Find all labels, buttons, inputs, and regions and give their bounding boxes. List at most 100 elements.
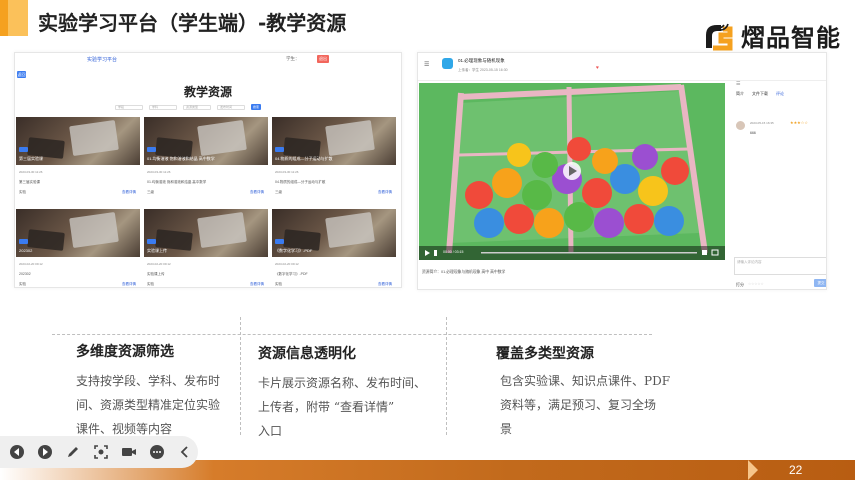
card-meta: 2023-03-30 11:26: [147, 170, 171, 174]
video-controls[interactable]: 00:00 / 03:15: [419, 246, 725, 260]
collapse-icon[interactable]: [174, 441, 196, 463]
video-time: 00:00 / 03:15: [443, 250, 464, 254]
resource-card[interactable]: 01.均衡溶液 饱和溶液和结晶 高中数学 2023-03-30 11:26 01…: [144, 117, 268, 197]
feature-line: 入口: [258, 424, 283, 438]
view-detail-link[interactable]: 查看详情: [250, 282, 264, 287]
pen-icon[interactable]: [62, 441, 84, 463]
view-detail-link[interactable]: 查看详情: [378, 190, 392, 195]
card-thumbnail: [16, 209, 140, 257]
view-detail-link[interactable]: 查看详情: [250, 190, 264, 195]
video-frame[interactable]: 00:00 / 03:15: [419, 83, 725, 260]
feature-line: 支持按学段、学科、发布时: [76, 374, 221, 388]
screenshot-icon[interactable]: [90, 441, 112, 463]
card-desc: 04.物质的组成—分子运动与扩散: [275, 180, 326, 184]
like-icon[interactable]: ♥: [596, 65, 599, 71]
tab-download[interactable]: 文件下载: [752, 91, 768, 97]
resource-intro: 资源简介：01.必理现象与随机现象 高中 高中数学: [422, 270, 506, 274]
card-desc: 第三届实验课: [19, 180, 40, 184]
card-footer: 实验: [19, 282, 26, 286]
feature-title: 覆盖多类型资源: [496, 346, 594, 362]
brand-logo: 熠品智能: [701, 18, 841, 53]
card-meta: 2023-02-20 09:12: [275, 262, 299, 266]
settings-icon: [702, 250, 707, 255]
camera-icon[interactable]: [118, 441, 140, 463]
card-footer: 三级: [275, 190, 282, 194]
search-button[interactable]: 搜索: [251, 104, 261, 110]
video-header: ☰ 01.必理现象与随机现象 上传者：学生 2023-05-15 16:30 ♥: [418, 53, 826, 81]
feature-body: 支持按学段、学科、发布时 间、资源类型精准定位实验 课件、视频等内容: [76, 369, 220, 441]
card-footer: 实验: [147, 282, 154, 286]
card-tag: [147, 147, 156, 152]
video-title: 01.必理现象与随机现象: [458, 58, 505, 63]
comment-rating: ★★★☆☆: [790, 120, 808, 125]
card-name: 实验课上传: [147, 248, 167, 253]
view-detail-link[interactable]: 查看详情: [122, 190, 136, 195]
filter-bar: 学段 学科 资源类型 发布时间 搜索: [115, 104, 261, 110]
more-icon[interactable]: [146, 441, 168, 463]
resource-card[interactable]: 第三届实验课 2023-03-30 11:26 第三届实验课 实验 查看详情: [16, 117, 140, 197]
card-name: 《数字化学习》-PDF: [275, 248, 313, 253]
type-filter[interactable]: 资源类型: [183, 104, 211, 110]
comment-text: 666: [750, 131, 756, 135]
logout-button[interactable]: 退出: [317, 55, 329, 63]
card-desc: 实验课上传: [147, 272, 165, 276]
page-title: 教学资源: [183, 85, 232, 99]
gumball-scene: [419, 83, 725, 260]
prev-icon[interactable]: [6, 441, 28, 463]
side-tabs: 简介 文件下载 评论: [736, 91, 784, 97]
feature-line: 包含实验课、知识点课件、PDF: [500, 374, 671, 388]
volume-icon: [434, 250, 437, 256]
card-desc: 《数字化学习》-PDF: [275, 272, 308, 276]
card-name: 04.物质的组成—分子运动与扩散: [275, 156, 333, 161]
card-footer: 实验: [275, 282, 282, 286]
feature-line: 景: [500, 422, 513, 436]
top-nav: 实验学习平台 学生： 退出: [15, 53, 401, 67]
video-meta: 上传者：学生 2023-05-15 16:30: [458, 68, 508, 72]
comment-input[interactable]: 请输入评论内容: [734, 257, 826, 275]
feature-line: 间、资源类型精准定位实验: [76, 398, 221, 412]
nav-brand[interactable]: 实验学习平台: [87, 56, 117, 63]
comment-time: 2023-05-15 16:35: [750, 121, 774, 125]
avatar: [736, 121, 745, 130]
divider: [52, 334, 652, 335]
card-desc: 01.均衡溶液 饱和溶液和结晶 高中数学: [147, 180, 207, 184]
date-filter[interactable]: 发布时间: [217, 104, 245, 110]
nav-user: 学生：: [286, 56, 300, 61]
feature-body: 包含实验课、知识点课件、PDF 资料等，满足预习、复习全场 景: [500, 369, 670, 441]
card-name: 01.均衡溶液 饱和溶液和结晶 高中数学: [147, 156, 215, 161]
logo-mark-icon: [701, 19, 735, 53]
footer-arrow-icon: [748, 460, 758, 480]
card-meta: 2023-02-20 09:12: [147, 262, 171, 266]
list-icon[interactable]: ☰: [736, 81, 740, 87]
stage-filter[interactable]: 学段: [115, 104, 143, 110]
logo-text: 熠品智能: [741, 24, 841, 52]
slide-title: 实验学习平台（学生端）-教学资源: [38, 11, 347, 35]
view-detail-link[interactable]: 查看详情: [122, 282, 136, 287]
card-meta: 2023-02-20 09:12: [19, 262, 43, 266]
submit-button[interactable]: 提交: [814, 279, 826, 287]
view-detail-link[interactable]: 查看详情: [378, 282, 392, 287]
tab-comments[interactable]: 评论: [776, 91, 784, 97]
resource-card[interactable]: 《数字化学习》-PDF 2023-02-20 09:12 《数字化学习》-PDF…: [272, 209, 396, 287]
next-icon[interactable]: [34, 441, 56, 463]
back-button[interactable]: 返回: [17, 71, 26, 78]
card-tag: [275, 239, 284, 244]
page-number: 22: [789, 463, 803, 477]
resource-card[interactable]: 04.物质的组成—分子运动与扩散 2023-03-30 11:26 04.物质的…: [272, 117, 396, 197]
card-tag: [19, 239, 28, 244]
fullscreen-icon: [711, 249, 719, 256]
tab-intro[interactable]: 简介: [736, 91, 744, 97]
card-tag: [19, 147, 28, 152]
rate-stars[interactable]: ☆☆☆☆☆: [748, 282, 764, 286]
card-desc: 202302: [19, 272, 31, 276]
feature-title: 资源信息透明化: [258, 346, 356, 362]
resource-card[interactable]: 实验课上传 2023-02-20 09:12 实验课上传 实验 查看详情: [144, 209, 268, 287]
divider: [240, 317, 241, 435]
presentation-toolbar: [0, 436, 198, 468]
title-accent-light: [8, 0, 28, 36]
feature-line: 资料等，满足预习、复习全场: [500, 398, 657, 412]
card-tag: [147, 239, 156, 244]
subject-filter[interactable]: 学科: [149, 104, 177, 110]
resource-card[interactable]: 202302 2023-02-20 09:12 202302 实验 查看详情: [16, 209, 140, 287]
menu-icon[interactable]: ☰: [424, 61, 429, 68]
